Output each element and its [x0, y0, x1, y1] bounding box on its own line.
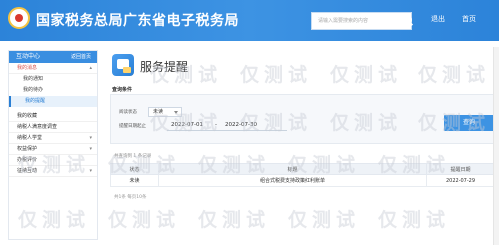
sidebar-item-interaction[interactable]: 征纳互动 ▾ — [9, 166, 97, 177]
chevron-down-icon — [174, 111, 178, 114]
query-panel: 阅读状态 未读 提醒日期起止 2022-07-01 - 2022-07-30 查… — [110, 94, 495, 144]
reminder-table: 状态 标题 提醒日期 未读 组合式税费支持政策红利账单 2022-07-29 — [110, 163, 495, 187]
main-content: 服务提醒 查询条件 阅读状态 未读 提醒日期起止 2022-07-01 - 20… — [104, 47, 499, 245]
sidebar-subitem-reminder[interactable]: 我的提醒 — [9, 96, 97, 107]
sidebar-item-label: 征纳互动 — [17, 168, 38, 174]
row-date: 2022-07-29 — [426, 174, 495, 187]
chevron-down-icon: ▾ — [89, 168, 92, 174]
top-header-bar: 国家税务总局广东省电子税务局 请输入需要搜索的内容 退出 首页 — [0, 0, 499, 41]
sidebar-item-my-messages[interactable]: 我的消息 ▴ — [9, 63, 97, 74]
sidebar-menu: 我的消息 ▴ 我的通知 我的待办 我的提醒 我的收藏 纳税人满意度调查 纳税人学… — [9, 63, 97, 177]
read-status-label: 阅读状态 — [119, 110, 137, 115]
query-section-label: 查询条件 — [112, 87, 133, 93]
date-underline — [167, 130, 287, 131]
tax-bureau-logo-icon — [8, 7, 30, 29]
sidebar-item-favorites[interactable]: 我的收藏 — [9, 111, 97, 122]
sidebar-subitem-notice[interactable]: 我的通知 — [9, 74, 97, 85]
sidebar-item-school[interactable]: 纳税人学堂 ▾ — [9, 133, 97, 144]
sidebar-subitem-todo[interactable]: 我的待办 — [9, 85, 97, 96]
search-input[interactable]: 请输入需要搜索的内容 — [311, 12, 412, 30]
row-subject-link[interactable]: 组合式税费支持政策红利账单 — [158, 174, 427, 187]
date-range-separator: - — [215, 122, 217, 128]
sidebar-back-link[interactable]: 返回首页 — [71, 51, 91, 63]
table-header-row: 状态 标题 提醒日期 — [110, 163, 495, 175]
sidebar-item-label: 我的消息 — [17, 65, 38, 71]
sidebar-item-survey[interactable]: 纳税人满意度调查 — [9, 122, 97, 133]
sidebar-item-label: 我的待办 — [23, 87, 44, 93]
date-to-input[interactable]: 2022-07-30 — [225, 122, 257, 128]
chevron-down-icon: ▾ — [89, 135, 92, 141]
date-range-label: 提醒日期起止 — [119, 124, 146, 129]
table-header-date: 提醒日期 — [426, 163, 495, 175]
site-title: 国家税务总局广东省电子税务局 — [36, 13, 239, 29]
scrollbar[interactable] — [493, 47, 499, 245]
sidebar-header: 互动中心 返回首页 — [9, 51, 97, 63]
pagination-info: 共1条 每页10条 — [114, 195, 147, 200]
chevron-down-icon: ▾ — [89, 146, 92, 152]
table-row[interactable]: 未读 组合式税费支持政策红利账单 2022-07-29 — [110, 174, 495, 187]
query-button[interactable]: 查询 — [444, 115, 494, 131]
read-status-select[interactable]: 未读 — [148, 107, 182, 117]
read-status-value: 未读 — [153, 109, 164, 115]
logout-link[interactable]: 退出 — [431, 14, 445, 24]
chevron-up-icon: ▴ — [89, 65, 92, 71]
sidebar: 互动中心 返回首页 我的消息 ▴ 我的通知 我的待办 我的提醒 我的收藏 纳税人… — [8, 50, 98, 240]
service-reminder-icon — [112, 54, 134, 76]
result-count: 共查询到 1 条记录 — [114, 154, 152, 159]
home-link[interactable]: 首页 — [462, 14, 476, 24]
sidebar-item-rights[interactable]: 权益保护 ▾ — [9, 144, 97, 155]
sidebar-item-label: 我的提醒 — [25, 98, 46, 104]
sidebar-title: 互动中心 — [16, 53, 41, 60]
table-header-status: 状态 — [110, 163, 159, 175]
date-from-input[interactable]: 2022-07-01 — [171, 122, 203, 128]
search-icon[interactable] — [403, 14, 415, 28]
sidebar-item-label: 纳税人满意度调查 — [17, 124, 58, 130]
row-status: 未读 — [110, 174, 159, 187]
sidebar-item-label: 我的通知 — [23, 76, 44, 82]
table-header-subject: 标题 — [158, 163, 427, 175]
sidebar-item-label: 我的收藏 — [17, 113, 38, 119]
sidebar-item-label: 纳税人学堂 — [17, 135, 43, 141]
sidebar-item-label: 权益保护 — [17, 146, 38, 152]
page-title: 服务提醒 — [140, 60, 189, 74]
sidebar-item-label: 办税评价 — [17, 157, 38, 163]
sidebar-item-evaluation[interactable]: 办税评价 — [9, 155, 97, 166]
